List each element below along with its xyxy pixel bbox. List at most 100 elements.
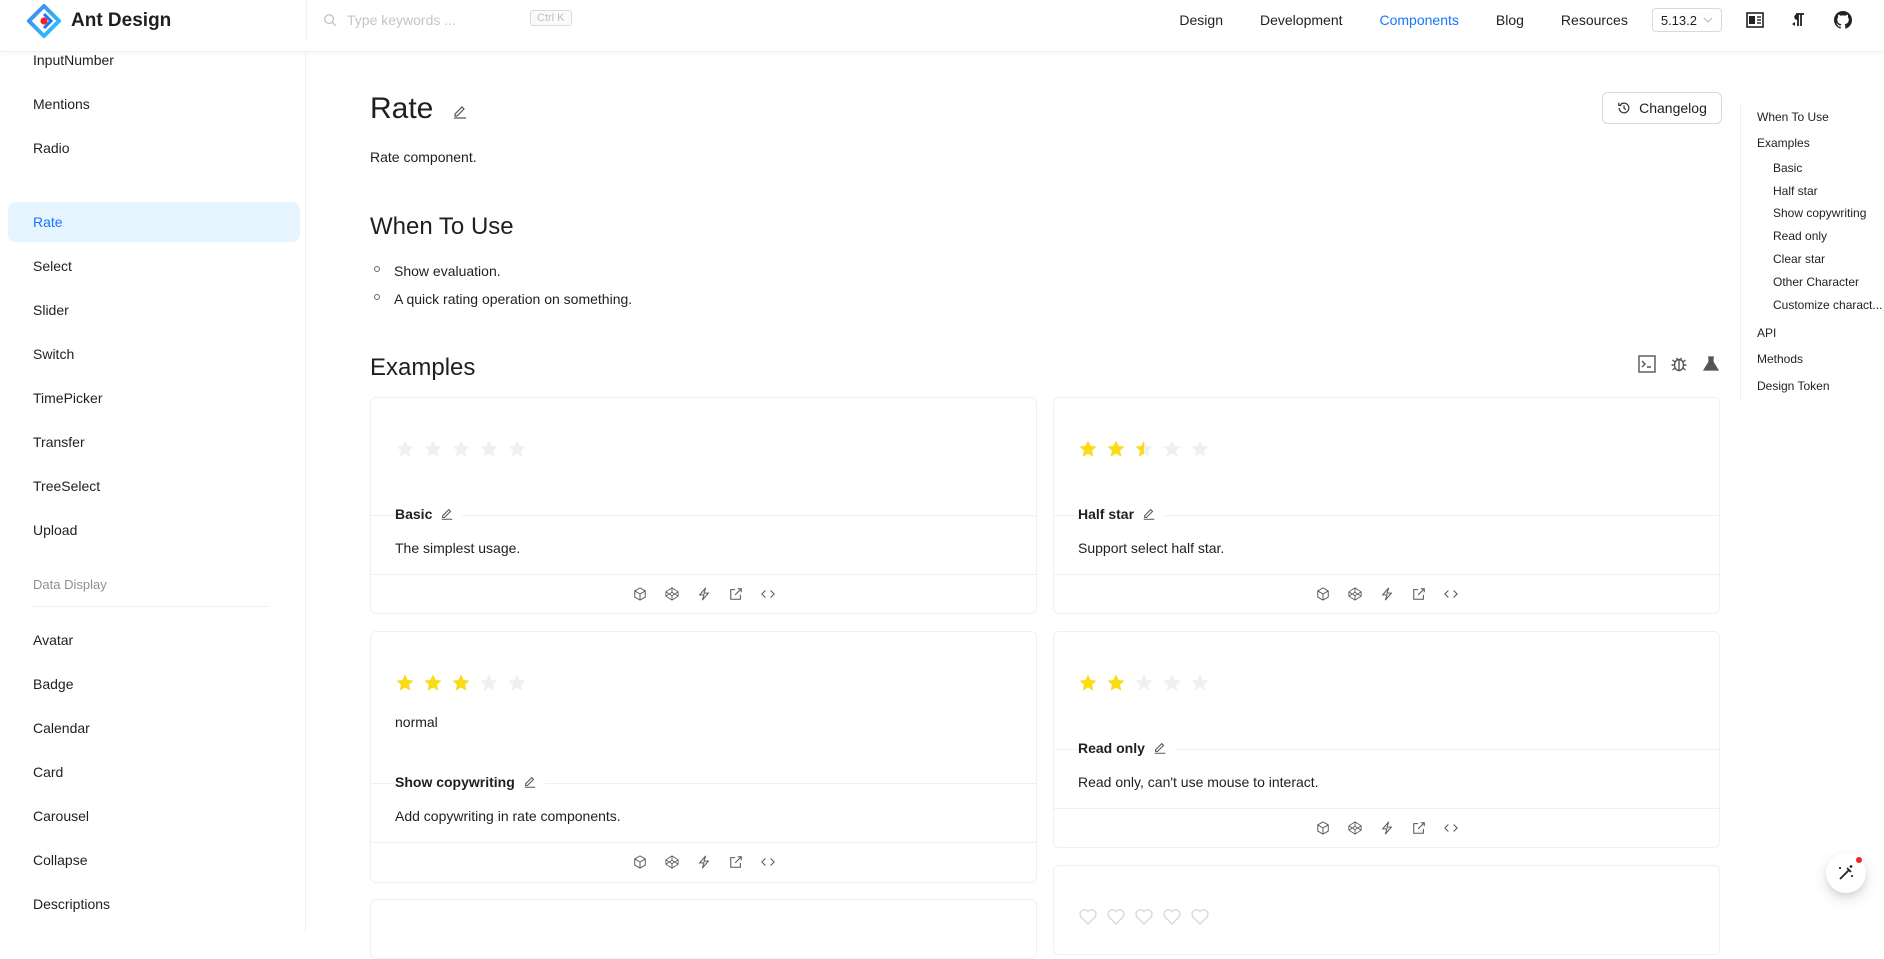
codepen-icon[interactable] <box>664 586 680 602</box>
bug-icon[interactable] <box>1670 355 1688 373</box>
sidebar-item-inputnumber[interactable]: InputNumber <box>8 52 300 80</box>
sidebar-item-badge[interactable]: Badge <box>8 664 300 704</box>
rate-stars[interactable] <box>395 673 527 693</box>
experiment-icon[interactable] <box>1702 355 1720 373</box>
sidebar-item-switch[interactable]: Switch <box>8 334 300 374</box>
toc-item[interactable]: Read only <box>1773 229 1827 243</box>
nav-design[interactable]: Design <box>1179 12 1223 28</box>
sidebar-item-collapse[interactable]: Collapse <box>8 840 300 880</box>
sidebar-item-radio[interactable]: Radio <box>8 128 300 168</box>
external-link-icon[interactable] <box>1411 586 1427 602</box>
star-icon[interactable] <box>451 439 471 459</box>
star-icon[interactable] <box>1106 439 1126 459</box>
edit-icon[interactable] <box>1142 507 1156 521</box>
heart-icon[interactable] <box>1106 907 1126 927</box>
example-card-other-character <box>1053 865 1720 955</box>
sidebar-item-rate[interactable]: Rate <box>8 202 300 242</box>
code-icon[interactable] <box>760 586 776 602</box>
code-expand-icon[interactable] <box>1638 355 1656 373</box>
sidebar-item-select[interactable]: Select <box>8 246 300 286</box>
heart-icon[interactable] <box>1078 907 1098 927</box>
star-icon[interactable] <box>1190 439 1210 459</box>
codesandbox-icon[interactable] <box>632 586 648 602</box>
sidebar-item-timepicker[interactable]: TimePicker <box>8 378 300 418</box>
toc-item[interactable]: Half star <box>1773 184 1818 198</box>
search-box[interactable]: Ctrl K <box>306 0 576 40</box>
star-icon[interactable] <box>1078 439 1098 459</box>
heart-icon[interactable] <box>1162 907 1182 927</box>
sidebar-item-descriptions[interactable]: Descriptions <box>8 884 300 924</box>
external-link-icon[interactable] <box>728 586 744 602</box>
sidebar-item-upload[interactable]: Upload <box>8 510 300 550</box>
theme-float-button[interactable] <box>1826 853 1866 893</box>
rate-stars[interactable] <box>395 439 527 459</box>
toc-item[interactable]: API <box>1757 326 1776 340</box>
nav-development[interactable]: Development <box>1260 12 1343 28</box>
star-icon[interactable] <box>1134 439 1154 459</box>
nav-blog[interactable]: Blog <box>1496 12 1524 28</box>
sidebar-item-avatar[interactable]: Avatar <box>8 620 300 660</box>
text-direction-icon[interactable] <box>1788 9 1810 31</box>
toc-item[interactable]: Design Token <box>1757 379 1830 393</box>
toc-item[interactable]: Examples <box>1757 136 1810 150</box>
toc-item[interactable]: Clear star <box>1773 252 1825 266</box>
side-menu: InputNumber Mentions Radio Rate Select S… <box>0 52 306 932</box>
version-select[interactable]: 5.13.2 <box>1651 8 1722 32</box>
stackblitz-icon[interactable] <box>1379 820 1395 836</box>
external-link-icon[interactable] <box>1411 820 1427 836</box>
logo-link[interactable]: Ant Design <box>27 4 171 38</box>
star-icon[interactable] <box>395 673 415 693</box>
star-icon[interactable] <box>479 673 499 693</box>
example-card-read-only: Read only Read only, can't use mouse to … <box>1053 631 1720 848</box>
star-icon[interactable] <box>395 439 415 459</box>
star-icon[interactable] <box>423 439 443 459</box>
stackblitz-icon[interactable] <box>696 586 712 602</box>
toc-item[interactable]: Show copywriting <box>1773 206 1866 220</box>
changelog-button[interactable]: Changelog <box>1602 92 1722 124</box>
codepen-icon[interactable] <box>1347 586 1363 602</box>
sidebar-item-card[interactable]: Card <box>8 752 300 792</box>
sidebar-item-slider[interactable]: Slider <box>8 290 300 330</box>
star-icon <box>1079 674 1097 691</box>
star-icon[interactable] <box>479 439 499 459</box>
toc-item[interactable]: Basic <box>1773 161 1802 175</box>
github-icon[interactable] <box>1832 9 1854 31</box>
star-icon[interactable] <box>1162 439 1182 459</box>
rate-stars[interactable] <box>1078 439 1210 459</box>
edit-icon[interactable] <box>440 507 454 521</box>
codesandbox-icon[interactable] <box>1315 820 1331 836</box>
toc-item[interactable]: Methods <box>1757 352 1803 366</box>
star-icon[interactable] <box>507 673 527 693</box>
sidebar-item-mentions[interactable]: Mentions <box>8 84 300 124</box>
codepen-icon[interactable] <box>664 854 680 870</box>
nav-components[interactable]: Components <box>1380 12 1459 28</box>
toc-item[interactable]: Other Character <box>1773 275 1859 289</box>
edit-icon[interactable] <box>523 775 537 789</box>
heart-icon[interactable] <box>1134 907 1154 927</box>
codesandbox-icon[interactable] <box>1315 586 1331 602</box>
heart-icon[interactable] <box>1190 907 1210 927</box>
star-icon[interactable] <box>507 439 527 459</box>
code-icon[interactable] <box>760 854 776 870</box>
rate-hearts[interactable] <box>1078 907 1210 927</box>
codesandbox-icon[interactable] <box>632 854 648 870</box>
code-icon[interactable] <box>1443 820 1459 836</box>
nav-resources[interactable]: Resources <box>1561 12 1628 28</box>
external-link-icon[interactable] <box>728 854 744 870</box>
language-switch-icon[interactable] <box>1744 9 1766 31</box>
sidebar-item-calendar[interactable]: Calendar <box>8 708 300 748</box>
toc-item[interactable]: Customize charact... <box>1773 298 1882 312</box>
star-icon[interactable] <box>451 673 471 693</box>
edit-title-icon[interactable] <box>452 104 468 125</box>
star-icon[interactable] <box>423 673 443 693</box>
stackblitz-icon[interactable] <box>696 854 712 870</box>
toc-item[interactable]: When To Use <box>1757 110 1829 124</box>
sidebar-item-carousel[interactable]: Carousel <box>8 796 300 836</box>
codepen-icon[interactable] <box>1347 820 1363 836</box>
stackblitz-icon[interactable] <box>1379 586 1395 602</box>
search-input[interactable] <box>347 12 517 28</box>
edit-icon[interactable] <box>1153 741 1167 755</box>
code-icon[interactable] <box>1443 586 1459 602</box>
sidebar-item-transfer[interactable]: Transfer <box>8 422 300 462</box>
sidebar-item-treeselect[interactable]: TreeSelect <box>8 466 300 506</box>
